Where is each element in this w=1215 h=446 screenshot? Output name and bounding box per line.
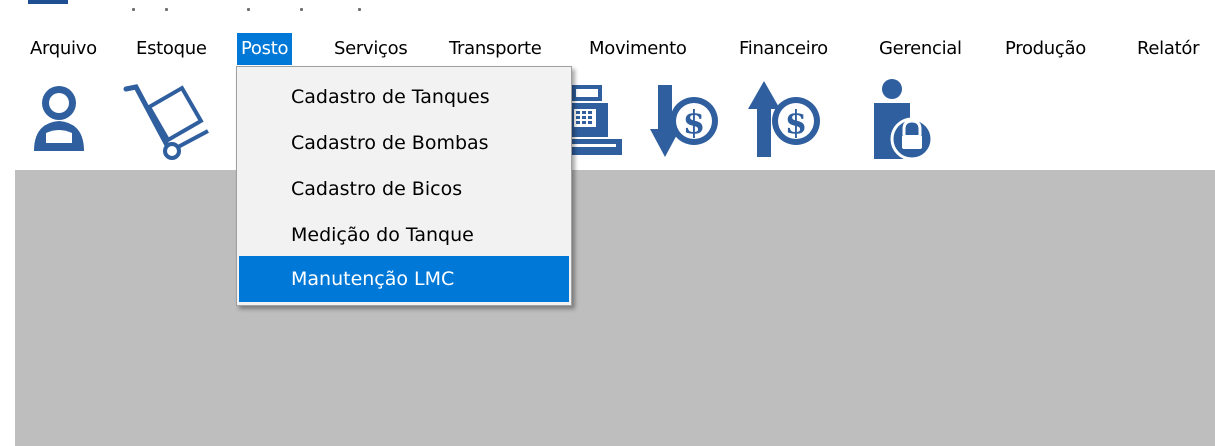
- menu-producao[interactable]: Produção: [1005, 33, 1086, 65]
- money-out-icon[interactable]: $: [746, 79, 826, 161]
- menu-item-cadastro-bombas[interactable]: Cadastro de Bombas: [239, 120, 569, 166]
- menu-relatorios[interactable]: Relatór: [1137, 33, 1199, 65]
- title-dot: [165, 8, 168, 11]
- menu-movimento[interactable]: Movimento: [589, 33, 687, 65]
- menu-item-manutencao-lmc[interactable]: Manutenção LMC: [239, 256, 569, 302]
- user-icon[interactable]: [30, 81, 88, 153]
- menu-item-medicao-tanque[interactable]: Medição do Tanque: [239, 212, 569, 258]
- title-bar: [0, 0, 1215, 22]
- window-left-edge: [0, 170, 15, 446]
- svg-text:$: $: [683, 103, 705, 141]
- title-dot: [132, 8, 135, 11]
- toolbar: $ $: [0, 65, 1215, 170]
- application-window: Arquivo Estoque Posto Serviços Transport…: [0, 0, 1215, 446]
- menu-transporte[interactable]: Transporte: [449, 33, 542, 65]
- menu-item-cadastro-tanques[interactable]: Cadastro de Tanques: [239, 74, 569, 120]
- menu-estoque[interactable]: Estoque: [136, 33, 207, 65]
- menu-servicos[interactable]: Serviços: [334, 33, 408, 65]
- menu-financeiro[interactable]: Financeiro: [739, 33, 828, 65]
- workspace-area: [15, 170, 1215, 446]
- menu-bar: Arquivo Estoque Posto Serviços Transport…: [0, 33, 1215, 65]
- title-dot: [300, 8, 303, 11]
- app-logo-icon: [28, 0, 68, 4]
- hand-truck-icon[interactable]: [122, 83, 212, 163]
- money-in-icon[interactable]: $: [650, 81, 728, 161]
- title-dot: [247, 8, 250, 11]
- user-lock-icon[interactable]: [868, 75, 938, 165]
- svg-text:$: $: [785, 103, 807, 141]
- menu-posto[interactable]: Posto: [237, 33, 293, 65]
- title-dot: [358, 8, 361, 11]
- posto-dropdown-menu: Cadastro de Tanques Cadastro de Bombas C…: [236, 66, 572, 306]
- menu-item-cadastro-bicos[interactable]: Cadastro de Bicos: [239, 166, 569, 212]
- menu-arquivo[interactable]: Arquivo: [30, 33, 97, 65]
- menu-gerencial[interactable]: Gerencial: [879, 33, 962, 65]
